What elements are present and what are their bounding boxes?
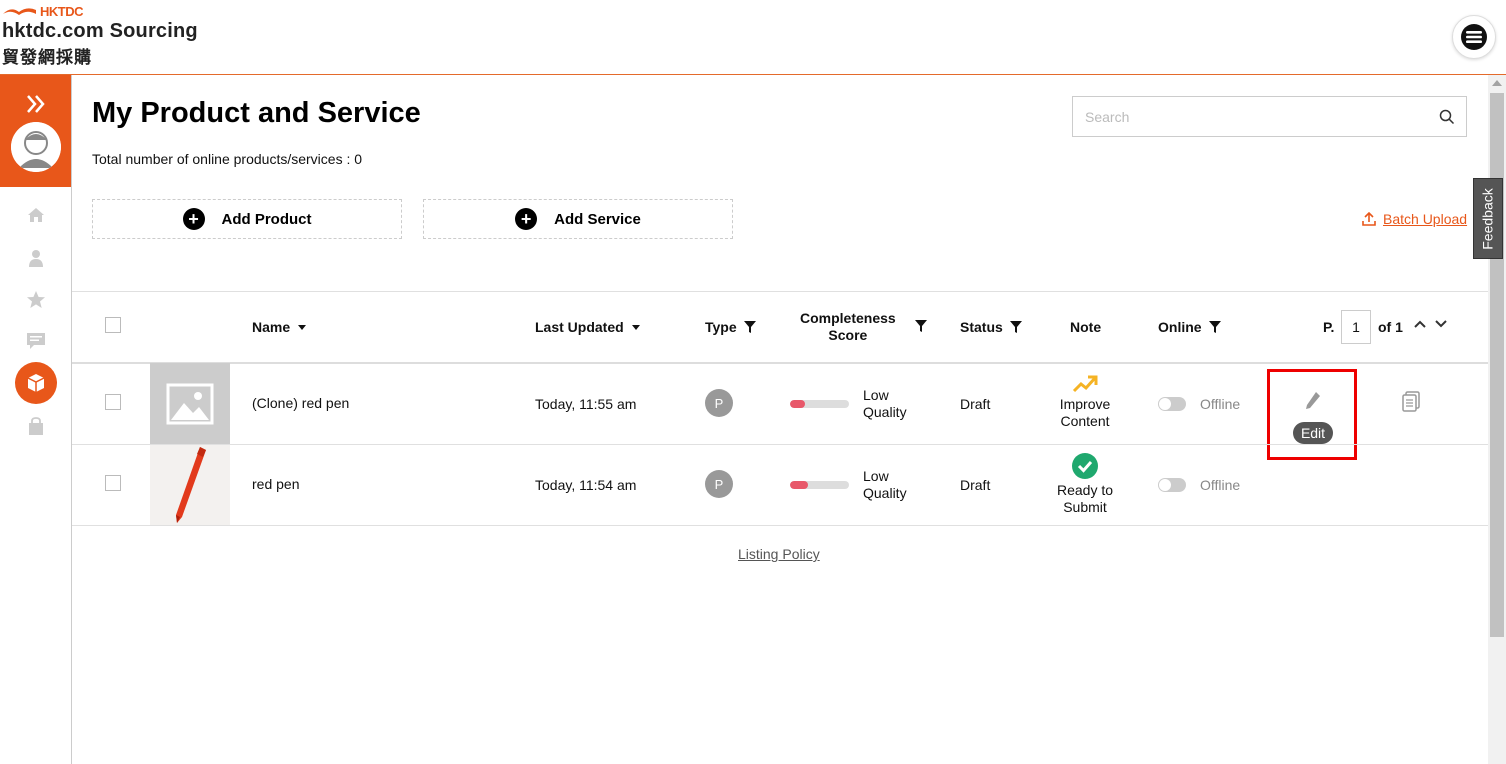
scroll-up-arrow-icon[interactable]	[1492, 80, 1502, 86]
column-header-completeness[interactable]: Completeness Score	[800, 310, 896, 344]
hamburger-menu-button[interactable]	[1452, 15, 1496, 59]
listing-policy-link[interactable]: Listing Policy	[738, 546, 820, 562]
score-label: Low Quality	[863, 387, 907, 420]
sidebar-profile-area	[0, 75, 71, 187]
logo-top-text: HKTDC	[40, 3, 84, 19]
product-name[interactable]: red pen	[252, 476, 299, 492]
row-checkbox[interactable]	[105, 475, 121, 491]
hktdc-bird-icon	[3, 8, 36, 15]
add-service-button[interactable]: + Add Service	[423, 199, 733, 239]
completeness-bar	[790, 400, 849, 408]
filter-icon[interactable]	[915, 320, 927, 332]
user-avatar-icon	[11, 122, 61, 172]
online-status-text: Offline	[1200, 477, 1241, 493]
row-divider	[72, 525, 1488, 526]
logo-chinese-text: 貿發網採購	[2, 48, 92, 68]
completeness-bar	[790, 481, 849, 489]
search-box	[1072, 96, 1467, 137]
sidebar-item-favorites[interactable]	[24, 288, 48, 312]
column-header-online[interactable]: Online	[1158, 319, 1221, 335]
chat-icon	[27, 333, 45, 349]
sort-caret-icon	[298, 324, 307, 330]
chevron-up-icon[interactable]	[1413, 318, 1427, 330]
top-header: HKTDC hktdc.com Sourcing 貿發網採購	[0, 0, 1506, 75]
product-name[interactable]: (Clone) red pen	[252, 395, 349, 411]
column-header-last-updated[interactable]: Last Updated	[535, 319, 640, 335]
table-header-divider	[72, 362, 1488, 364]
add-service-label: Add Service	[554, 210, 641, 228]
image-placeholder-icon	[166, 383, 214, 424]
trending-up-icon	[1072, 375, 1098, 393]
person-icon	[29, 250, 43, 267]
filter-icon[interactable]	[1208, 321, 1221, 333]
online-toggle[interactable]	[1158, 478, 1186, 492]
sort-caret-icon	[631, 324, 640, 330]
sidebar-item-home[interactable]	[24, 203, 48, 227]
logo-main-text: hktdc.com Sourcing	[2, 20, 198, 42]
add-product-label: Add Product	[221, 210, 312, 228]
column-header-note: Note	[1070, 319, 1102, 335]
duplicate-copy-icon[interactable]	[1401, 391, 1421, 413]
filter-icon[interactable]	[743, 321, 756, 333]
red-pen-image	[150, 445, 230, 526]
pager-label: P.	[1323, 319, 1335, 335]
pager-total: of 1	[1378, 319, 1403, 335]
online-status-text: Offline	[1200, 396, 1241, 412]
avatar[interactable]	[11, 122, 61, 172]
column-header-name[interactable]: Name	[252, 319, 307, 335]
note-improve-content[interactable]: Improve Content	[1040, 374, 1130, 430]
note-ready-to-submit[interactable]: Ready to Submit	[1040, 452, 1130, 516]
completeness-bar-fill	[790, 481, 808, 489]
batch-upload-label: Batch Upload	[1383, 211, 1468, 227]
page-number-input[interactable]: 1	[1341, 310, 1371, 344]
select-all-checkbox[interactable]	[105, 317, 121, 333]
status-text: Draft	[960, 477, 991, 493]
star-icon	[27, 291, 45, 308]
batch-upload-link[interactable]: Batch Upload	[1362, 211, 1467, 227]
row-checkbox[interactable]	[105, 394, 121, 410]
total-online-count: Total number of online products/services…	[92, 151, 363, 167]
left-sidebar	[0, 75, 72, 764]
completeness-bar-fill	[790, 400, 805, 408]
upload-icon	[1362, 212, 1376, 226]
chevron-down-icon[interactable]	[1434, 318, 1448, 330]
feedback-label: Feedback	[1480, 187, 1497, 250]
product-thumbnail-red-pen[interactable]	[150, 445, 230, 526]
feedback-tab[interactable]: Feedback	[1473, 178, 1503, 259]
last-updated: Today, 11:55 am	[535, 396, 637, 412]
product-thumbnail-placeholder[interactable]	[150, 363, 230, 444]
type-badge: P	[705, 470, 733, 498]
shopping-bag-icon	[29, 417, 43, 435]
hamburger-icon	[1461, 24, 1487, 50]
filter-icon[interactable]	[1009, 321, 1022, 333]
scrollbar-thumb[interactable]	[1490, 93, 1504, 637]
add-product-button[interactable]: + Add Product	[92, 199, 402, 239]
sidebar-item-products[interactable]	[15, 362, 57, 404]
edit-highlight-box	[1267, 369, 1357, 460]
page-title: My Product and Service	[92, 97, 421, 129]
score-label: Low Quality	[863, 468, 907, 501]
last-updated: Today, 11:54 am	[535, 477, 637, 493]
plus-circle-icon: +	[515, 208, 538, 230]
row-divider	[72, 444, 1488, 445]
column-header-status[interactable]: Status	[960, 319, 1022, 335]
cube-icon	[27, 374, 45, 392]
sidebar-item-orders[interactable]	[24, 414, 48, 438]
table-top-divider	[72, 291, 1488, 292]
search-icon[interactable]	[1439, 109, 1455, 125]
hktdc-logo[interactable]: HKTDC hktdc.com Sourcing 貿發網採購	[2, 3, 198, 69]
sidebar-item-messages[interactable]	[24, 329, 48, 353]
sidebar-item-profile[interactable]	[24, 246, 48, 270]
check-circle-icon	[1072, 453, 1098, 479]
plus-circle-icon: +	[182, 208, 205, 230]
status-text: Draft	[960, 396, 991, 412]
column-header-type[interactable]: Type	[705, 319, 756, 335]
double-chevron-right-icon[interactable]	[24, 92, 48, 116]
online-toggle[interactable]	[1158, 397, 1186, 411]
search-input[interactable]	[1073, 97, 1423, 136]
type-badge: P	[705, 389, 733, 417]
home-icon	[28, 208, 44, 222]
